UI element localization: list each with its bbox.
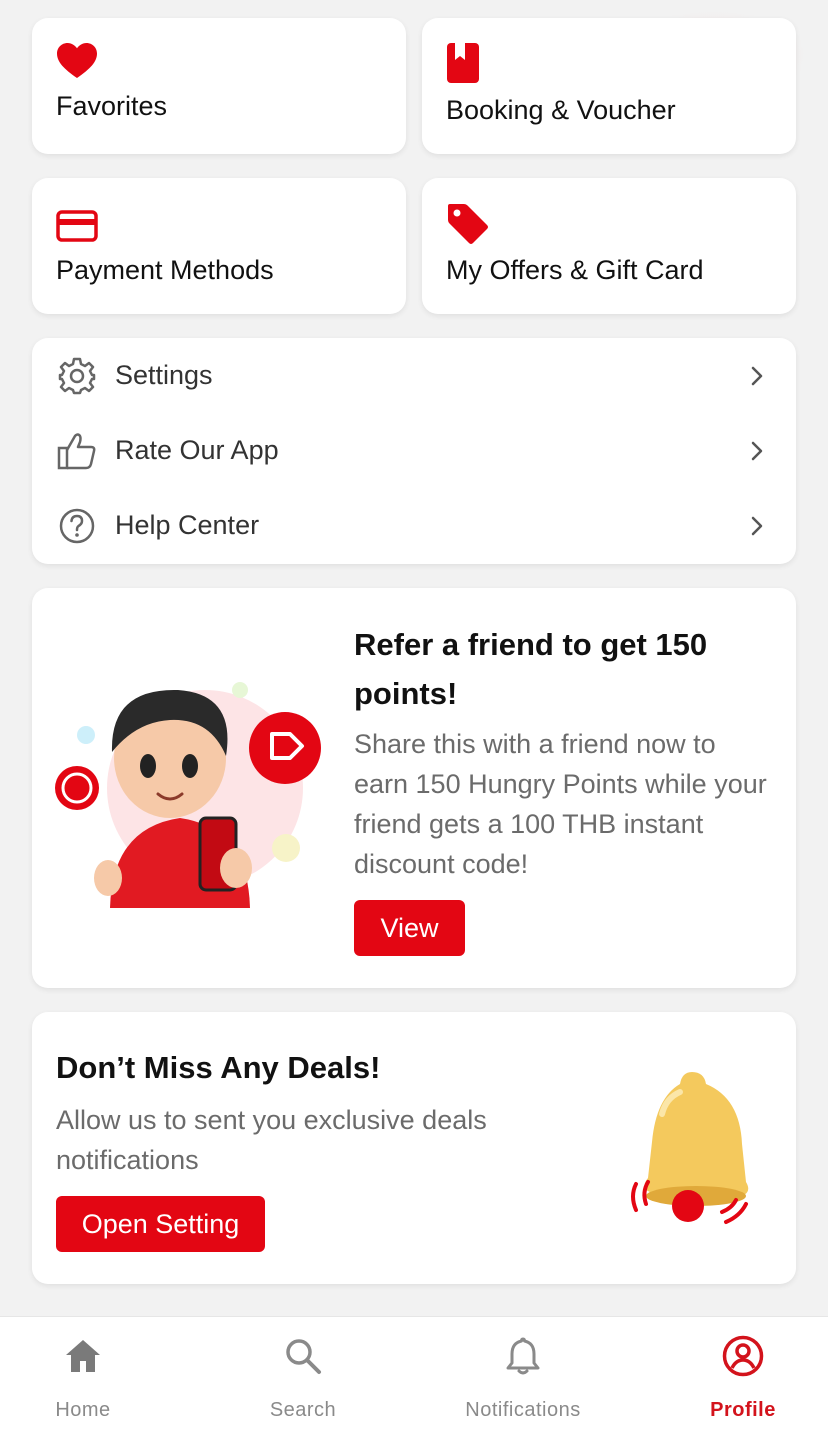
deals-notification-card: Don’t Miss Any Deals! Allow us to sent y…	[32, 1012, 796, 1284]
refer-title: Refer a friend to get 150 points!	[354, 627, 708, 711]
deals-title: Don’t Miss Any Deals!	[56, 1050, 381, 1085]
favorites-label: Favorites	[56, 91, 168, 121]
nav-label-notifications: Notifications	[465, 1399, 581, 1421]
bottom-navigation: Home Search Notifications Profile	[0, 1316, 828, 1448]
home-icon	[62, 1335, 104, 1377]
tag-icon	[446, 202, 490, 249]
menu-item-rate-app[interactable]: Rate Our App	[32, 413, 796, 488]
nav-profile[interactable]: Profile	[673, 1335, 813, 1435]
favorites-tile[interactable]: Favorites	[32, 18, 406, 154]
question-circle-icon	[56, 505, 98, 547]
payment-methods-tile[interactable]: Payment Methods	[32, 178, 406, 314]
menu-item-settings[interactable]: Settings	[32, 338, 796, 413]
chevron-right-icon	[751, 441, 763, 460]
heart-icon	[56, 42, 98, 85]
deals-description: Allow us to sent you exclusive deals not…	[56, 1105, 487, 1175]
menu-item-help-center[interactable]: Help Center	[32, 488, 796, 563]
refer-friend-card: Refer a friend to get 150 points! Share …	[32, 588, 796, 988]
bookmark-book-icon	[446, 42, 480, 89]
settings-menu-card: Settings Rate Our App Help Center	[32, 338, 796, 564]
booking-voucher-label: Booking & Voucher	[446, 95, 676, 125]
refer-description: Share this with a friend now to earn 150…	[354, 729, 767, 879]
offers-gift-card-tile[interactable]: My Offers & Gift Card	[422, 178, 796, 314]
nav-label-home: Home	[55, 1399, 111, 1421]
payment-methods-label: Payment Methods	[56, 255, 274, 285]
chevron-right-icon	[751, 516, 763, 535]
chevron-right-icon	[751, 366, 763, 385]
mascot-phone-illustration	[55, 682, 321, 908]
menu-label-settings: Settings	[115, 360, 213, 390]
user-circle-icon	[722, 1335, 764, 1377]
nav-home[interactable]: Home	[13, 1335, 153, 1435]
credit-card-icon	[56, 210, 98, 247]
view-button[interactable]: View	[354, 900, 465, 956]
menu-label-rate-app: Rate Our App	[115, 435, 279, 465]
menu-label-help-center: Help Center	[115, 510, 260, 540]
nav-label-profile: Profile	[710, 1399, 776, 1421]
nav-label-search: Search	[269, 1399, 337, 1421]
thumbs-up-icon	[56, 430, 98, 472]
offers-gift-card-label: My Offers & Gift Card	[446, 255, 704, 285]
bell-icon	[502, 1335, 544, 1377]
booking-voucher-tile[interactable]: Booking & Voucher	[422, 18, 796, 154]
nav-search[interactable]: Search	[233, 1335, 373, 1435]
ringing-bell-illustration	[631, 1072, 749, 1224]
gear-icon	[56, 355, 98, 397]
open-setting-button[interactable]: Open Setting	[56, 1196, 265, 1252]
search-icon	[282, 1335, 324, 1377]
nav-notifications[interactable]: Notifications	[453, 1335, 593, 1435]
